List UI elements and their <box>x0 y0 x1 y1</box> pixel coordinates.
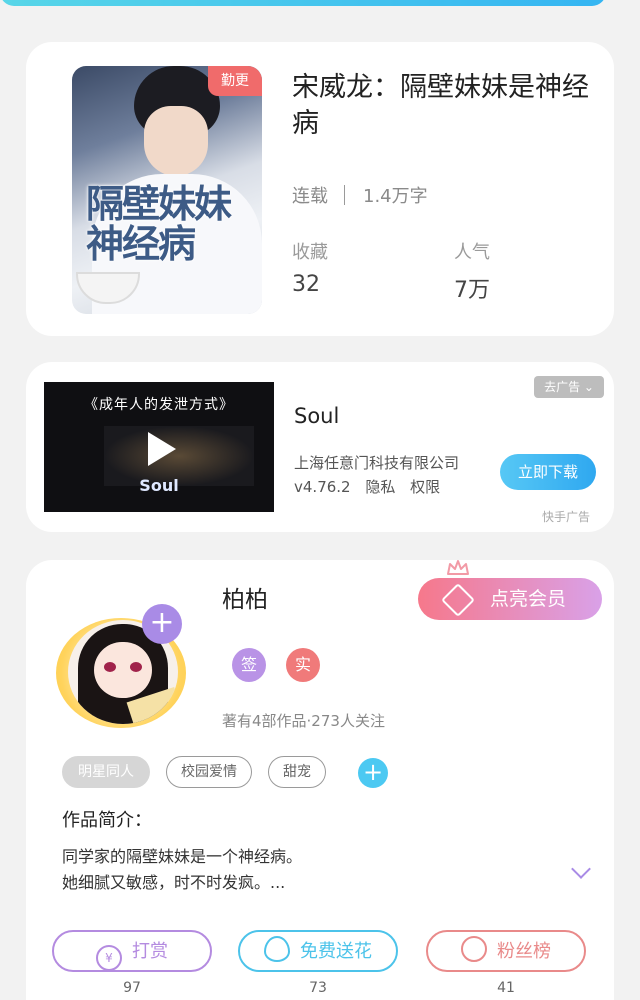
avatar-eye <box>104 662 116 672</box>
privacy-link[interactable]: 隐私 <box>365 478 395 496</box>
send-flower-label: 免费送花 <box>300 941 372 962</box>
intro-line: 她细腻又敏感，时不时发疯。... <box>62 873 286 892</box>
vip-button[interactable]: 点亮会员 <box>418 578 602 620</box>
tip-button[interactable]: ¥ 打赏 <box>52 930 212 972</box>
diamond-icon <box>441 583 475 617</box>
cover-title: 隔壁妹妹神经病 <box>86 181 232 266</box>
video-logo: Soul <box>139 476 179 495</box>
author-card: + 柏柏 点亮会员 签 实 著有4部作品·273人关注 明星同人 校园爱情 甜宠… <box>26 560 614 1000</box>
stat-value-favorites: 32 <box>292 272 320 297</box>
tip-label: 打赏 <box>132 941 168 962</box>
follow-plus-icon[interactable]: + <box>142 604 182 644</box>
intro-line: 同学家的隔壁妹妹是一个神经病。 <box>62 847 303 866</box>
avatar-eye <box>130 662 142 672</box>
ad-company: 上海任意门科技有限公司 <box>294 454 460 472</box>
fans-ranking-label: 粉丝榜 <box>497 941 551 962</box>
ad-video[interactable]: 《成年人的发泄方式》 Soul <box>44 382 274 512</box>
top-search-bar-edge <box>0 0 606 6</box>
author-info: 著有4部作品·273人关注 <box>222 712 385 730</box>
signed-badge: 签 <box>232 648 266 682</box>
play-icon[interactable] <box>148 432 176 466</box>
permissions-link[interactable]: 权限 <box>410 478 440 496</box>
chevron-down-icon[interactable] <box>571 859 591 879</box>
crown-icon <box>447 560 469 575</box>
book-title: 宋威龙：隔壁妹妹是神经病 <box>292 72 589 139</box>
send-flower-button[interactable]: 免费送花 <box>238 930 398 972</box>
intro-text: 同学家的隔壁妹妹是一个神经病。 她细腻又敏感，时不时发疯。... <box>62 844 542 896</box>
flower-icon <box>264 936 290 962</box>
verified-badge: 实 <box>286 648 320 682</box>
ad-meta: v4.76.2 隐私 权限 <box>294 476 450 497</box>
intro-title: 作品简介： <box>62 810 152 831</box>
stat-value-popularity: 7万 <box>454 278 490 303</box>
ad-card[interactable]: 《成年人的发泄方式》 Soul Soul 上海任意门科技有限公司 v4.76.2… <box>26 362 614 532</box>
book-cover[interactable]: 隔壁妹妹神经病 勤更 <box>72 66 262 314</box>
download-button[interactable]: 立即下载 <box>500 454 596 490</box>
flower-count: 73 <box>309 980 327 996</box>
tip-count: 97 <box>123 980 141 996</box>
stat-label-favorites: 收藏 <box>292 242 328 263</box>
vip-label: 点亮会员 <box>490 588 567 610</box>
cover-face <box>144 106 208 176</box>
tag-chip[interactable]: 甜宠 <box>268 756 326 788</box>
tag-chip[interactable]: 明星同人 <box>62 756 150 788</box>
ad-version: v4.76.2 <box>294 478 351 496</box>
book-card[interactable]: 隔壁妹妹神经病 勤更 宋威龙：隔壁妹妹是神经病 连载 1.4万字 收藏 32 人… <box>26 42 614 336</box>
divider <box>344 185 345 205</box>
stat-label-popularity: 人气 <box>454 242 490 263</box>
add-tag-button[interactable]: + <box>358 758 388 788</box>
book-status: 连载 1.4万字 <box>292 182 428 208</box>
word-count: 1.4万字 <box>363 186 428 207</box>
ad-source: 快手广告 <box>542 510 591 524</box>
fans-count: 41 <box>497 980 515 996</box>
remove-ad-button[interactable]: 去广告 ⌄ <box>534 376 604 398</box>
video-caption: 《成年人的发泄方式》 <box>84 397 234 413</box>
update-badge: 勤更 <box>208 66 262 96</box>
ad-app-name: Soul <box>294 404 340 428</box>
user-icon <box>461 936 487 962</box>
yen-icon: ¥ <box>96 945 122 971</box>
avatar-face <box>94 642 152 698</box>
fans-ranking-button[interactable]: 粉丝榜 <box>426 930 586 972</box>
serial-status: 连载 <box>292 186 328 207</box>
author-name: 柏柏 <box>222 587 268 613</box>
tag-chip[interactable]: 校园爱情 <box>166 756 252 788</box>
